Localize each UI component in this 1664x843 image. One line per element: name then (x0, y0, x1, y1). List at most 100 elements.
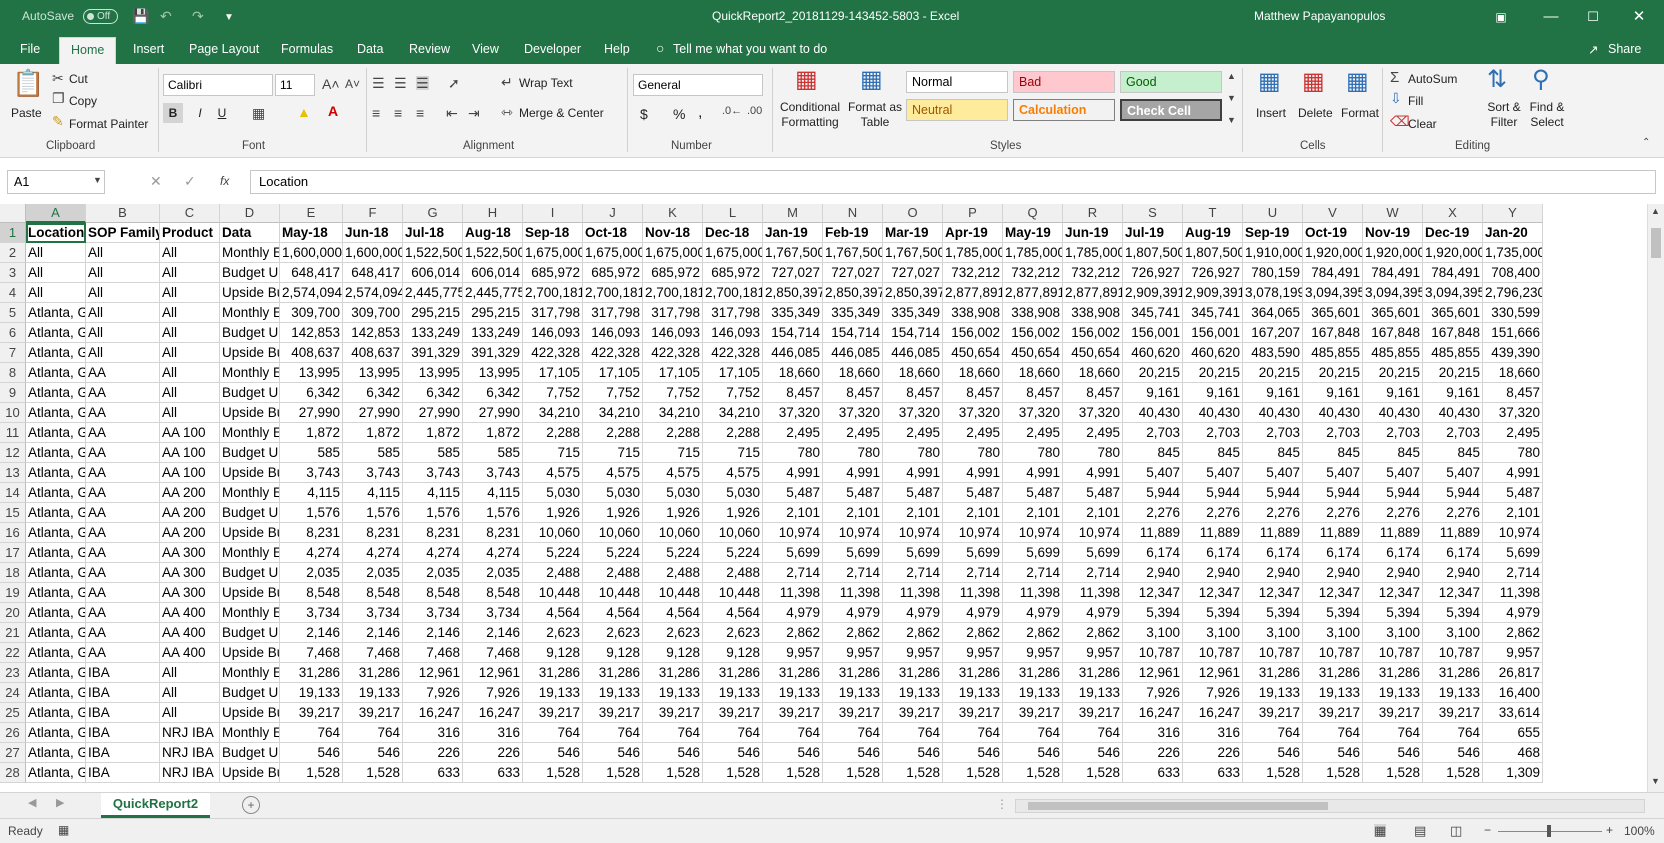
table-cell[interactable]: 335,349 (823, 303, 883, 323)
table-cell[interactable]: 3,743 (463, 463, 523, 483)
table-cell[interactable]: 39,217 (943, 703, 1003, 723)
header-cell[interactable]: Oct-19 (1303, 223, 1363, 243)
header-cell[interactable]: Oct-18 (583, 223, 643, 243)
table-cell[interactable]: 1,528 (763, 763, 823, 783)
table-cell[interactable]: 10,974 (1483, 523, 1543, 543)
table-cell[interactable]: 154,714 (823, 323, 883, 343)
table-cell[interactable]: Monthly E (220, 663, 280, 683)
table-cell[interactable]: 2,623 (523, 623, 583, 643)
row-header[interactable]: 17 (0, 543, 26, 563)
table-cell[interactable]: 31,286 (1003, 663, 1063, 683)
clear-button[interactable]: Clear (1408, 117, 1437, 131)
table-cell[interactable]: 727,027 (763, 263, 823, 283)
table-cell[interactable]: 31,286 (1303, 663, 1363, 683)
table-cell[interactable]: IBA (86, 743, 160, 763)
table-cell[interactable]: 6,342 (403, 383, 463, 403)
table-cell[interactable]: 2,850,397 (763, 283, 823, 303)
table-cell[interactable]: IBA (86, 663, 160, 683)
table-cell[interactable]: 3,734 (403, 603, 463, 623)
table-cell[interactable]: 40,430 (1123, 403, 1183, 423)
header-cell[interactable]: Jul-18 (403, 223, 463, 243)
table-cell[interactable]: 2,714 (943, 563, 1003, 583)
table-cell[interactable]: 13,995 (403, 363, 463, 383)
table-cell[interactable]: 39,217 (1423, 703, 1483, 723)
table-cell[interactable]: 39,217 (763, 703, 823, 723)
table-cell[interactable]: 2,909,391 (1183, 283, 1243, 303)
borders-icon[interactable]: ▦ (252, 106, 265, 120)
table-cell[interactable]: AA 400 (160, 603, 220, 623)
table-cell[interactable]: 485,855 (1303, 343, 1363, 363)
table-cell[interactable]: AA (86, 483, 160, 503)
table-cell[interactable]: 11,889 (1183, 523, 1243, 543)
table-cell[interactable]: 2,574,094 (343, 283, 403, 303)
table-cell[interactable]: 2,940 (1363, 563, 1423, 583)
table-cell[interactable]: 19,133 (883, 683, 943, 703)
table-cell[interactable]: 845 (1303, 443, 1363, 463)
table-cell[interactable]: 142,853 (280, 323, 343, 343)
table-cell[interactable]: 10,974 (883, 523, 943, 543)
align-right-icon[interactable]: ≡ (416, 106, 424, 120)
next-sheet-icon[interactable]: ▶ (56, 798, 64, 809)
table-cell[interactable]: 764 (280, 723, 343, 743)
table-cell[interactable]: 764 (523, 723, 583, 743)
table-cell[interactable]: 2,488 (703, 563, 763, 583)
table-cell[interactable]: 4,979 (763, 603, 823, 623)
table-cell[interactable]: 37,320 (1063, 403, 1123, 423)
redo-icon[interactable]: ↷ (192, 8, 204, 25)
table-cell[interactable]: 31,286 (1063, 663, 1123, 683)
table-cell[interactable]: 764 (1243, 723, 1303, 743)
table-cell[interactable]: 18,660 (943, 363, 1003, 383)
table-cell[interactable]: 12,347 (1243, 583, 1303, 603)
header-cell[interactable]: SOP Family (86, 223, 160, 243)
table-cell[interactable]: 39,217 (1363, 703, 1423, 723)
table-cell[interactable]: AA 300 (160, 543, 220, 563)
row-header[interactable]: 28 (0, 763, 26, 783)
table-cell[interactable]: 1,528 (343, 763, 403, 783)
table-cell[interactable]: Budget Ur (220, 263, 280, 283)
table-cell[interactable]: 12,347 (1183, 583, 1243, 603)
table-cell[interactable]: 5,407 (1183, 463, 1243, 483)
table-cell[interactable]: Upside Bu (220, 403, 280, 423)
styles-scroll-up-icon[interactable]: ▲ (1227, 72, 1236, 81)
table-cell[interactable]: 2,850,397 (823, 283, 883, 303)
table-cell[interactable]: 39,217 (583, 703, 643, 723)
insert-function-button[interactable]: fx (220, 174, 229, 188)
table-cell[interactable]: 9,128 (643, 643, 703, 663)
table-cell[interactable]: 6,174 (1363, 543, 1423, 563)
column-header[interactable]: K (643, 204, 703, 223)
table-cell[interactable]: Atlanta, G (26, 363, 86, 383)
table-cell[interactable]: AA (86, 363, 160, 383)
table-cell[interactable]: 1,926 (523, 503, 583, 523)
header-cell[interactable]: Sep-19 (1243, 223, 1303, 243)
table-cell[interactable]: 1,528 (583, 763, 643, 783)
table-cell[interactable]: 1,528 (1423, 763, 1483, 783)
table-cell[interactable]: 1,576 (463, 503, 523, 523)
table-cell[interactable]: 6,174 (1423, 543, 1483, 563)
table-cell[interactable]: 34,210 (523, 403, 583, 423)
table-cell[interactable]: 2,862 (943, 623, 1003, 643)
table-cell[interactable]: 2,288 (583, 423, 643, 443)
table-cell[interactable]: 5,407 (1303, 463, 1363, 483)
table-cell[interactable]: 2,276 (1423, 503, 1483, 523)
table-cell[interactable]: 5,944 (1423, 483, 1483, 503)
table-cell[interactable]: 7,752 (583, 383, 643, 403)
table-cell[interactable]: 5,407 (1423, 463, 1483, 483)
align-top-icon[interactable]: ☰ (372, 76, 385, 90)
table-cell[interactable]: 4,115 (280, 483, 343, 503)
table-cell[interactable]: 1,926 (583, 503, 643, 523)
table-cell[interactable]: 5,224 (583, 543, 643, 563)
table-cell[interactable]: Budget Ur (220, 443, 280, 463)
table-cell[interactable]: 546 (703, 743, 763, 763)
table-cell[interactable]: 2,703 (1423, 423, 1483, 443)
table-cell[interactable]: Monthly E (220, 423, 280, 443)
table-cell[interactable]: Atlanta, G (26, 443, 86, 463)
table-cell[interactable]: 422,328 (703, 343, 763, 363)
table-cell[interactable]: 31,286 (1243, 663, 1303, 683)
table-cell[interactable]: 2,488 (523, 563, 583, 583)
table-cell[interactable]: 4,979 (943, 603, 1003, 623)
table-cell[interactable]: AA (86, 583, 160, 603)
table-cell[interactable]: 1,926 (643, 503, 703, 523)
table-cell[interactable]: 18,660 (883, 363, 943, 383)
table-cell[interactable]: 6,174 (1303, 543, 1363, 563)
table-cell[interactable]: Atlanta, G (26, 623, 86, 643)
